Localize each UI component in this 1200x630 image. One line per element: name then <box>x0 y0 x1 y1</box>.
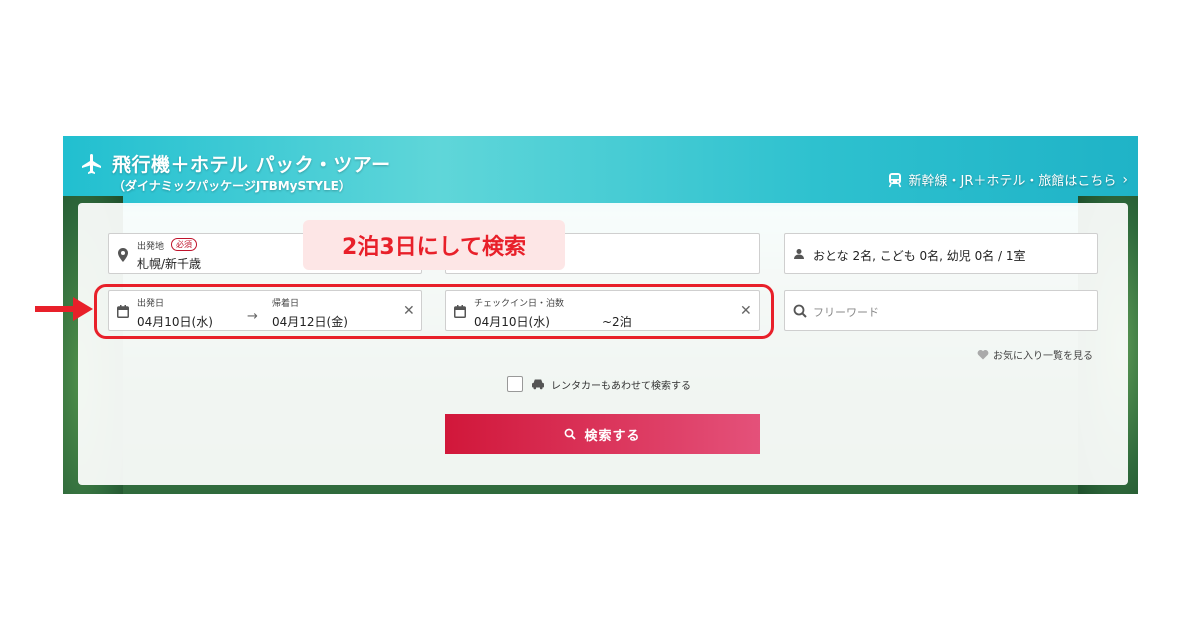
chevron-right-icon: › <box>1122 171 1128 188</box>
arrow-right-icon <box>35 297 93 321</box>
rental-car-checkbox[interactable] <box>507 376 523 392</box>
search-icon <box>793 304 807 318</box>
travelers-value: おとな 2名, こども 0名, 幼児 0名 / 1室 <box>813 249 1026 263</box>
favorites-link[interactable]: お気に入り一覧を見る <box>977 347 1093 362</box>
departure-value: 札幌/新千歳 <box>137 257 202 271</box>
car-icon <box>532 379 544 390</box>
rental-car-label: レンタカーもあわせて検索する <box>551 380 691 392</box>
heart-icon <box>977 350 989 360</box>
title-block: 飛行機＋ホテル パック・ツアー <box>80 150 391 177</box>
rail-hotel-link[interactable]: 新幹線・JR＋ホテル・旅館はこちら › <box>887 170 1128 189</box>
travelers-field[interactable]: おとな 2名, こども 0名, 幼児 0名 / 1室 <box>784 233 1098 274</box>
departure-label: 出発地 <box>137 242 165 252</box>
location-pin-icon <box>118 248 128 262</box>
page: 飛行機＋ホテル パック・ツアー （ダイナミックパッケージJTBMySTYLE） … <box>0 0 1200 630</box>
highlight-frame <box>94 284 774 339</box>
rail-link-label: 新幹線・JR＋ホテル・旅館はこちら <box>908 174 1117 189</box>
freeword-placeholder: フリーワード <box>813 306 879 319</box>
freeword-field[interactable]: フリーワード <box>784 290 1098 331</box>
page-subtitle: （ダイナミックパッケージJTBMySTYLE） <box>113 179 351 193</box>
page-title: 飛行機＋ホテル パック・ツアー <box>112 154 391 176</box>
search-icon <box>565 428 577 440</box>
rental-car-option[interactable]: レンタカーもあわせて検索する <box>507 376 691 392</box>
train-icon <box>888 172 901 187</box>
search-button-label: 検索する <box>584 427 641 443</box>
favorites-link-label: お気に入り一覧を見る <box>993 351 1093 362</box>
annotation-callout: 2泊3日にして検索 <box>303 220 565 270</box>
person-icon <box>794 249 804 259</box>
search-button[interactable]: 検索する <box>445 414 760 454</box>
airplane-icon <box>82 153 101 174</box>
required-badge: 必須 <box>171 238 197 251</box>
